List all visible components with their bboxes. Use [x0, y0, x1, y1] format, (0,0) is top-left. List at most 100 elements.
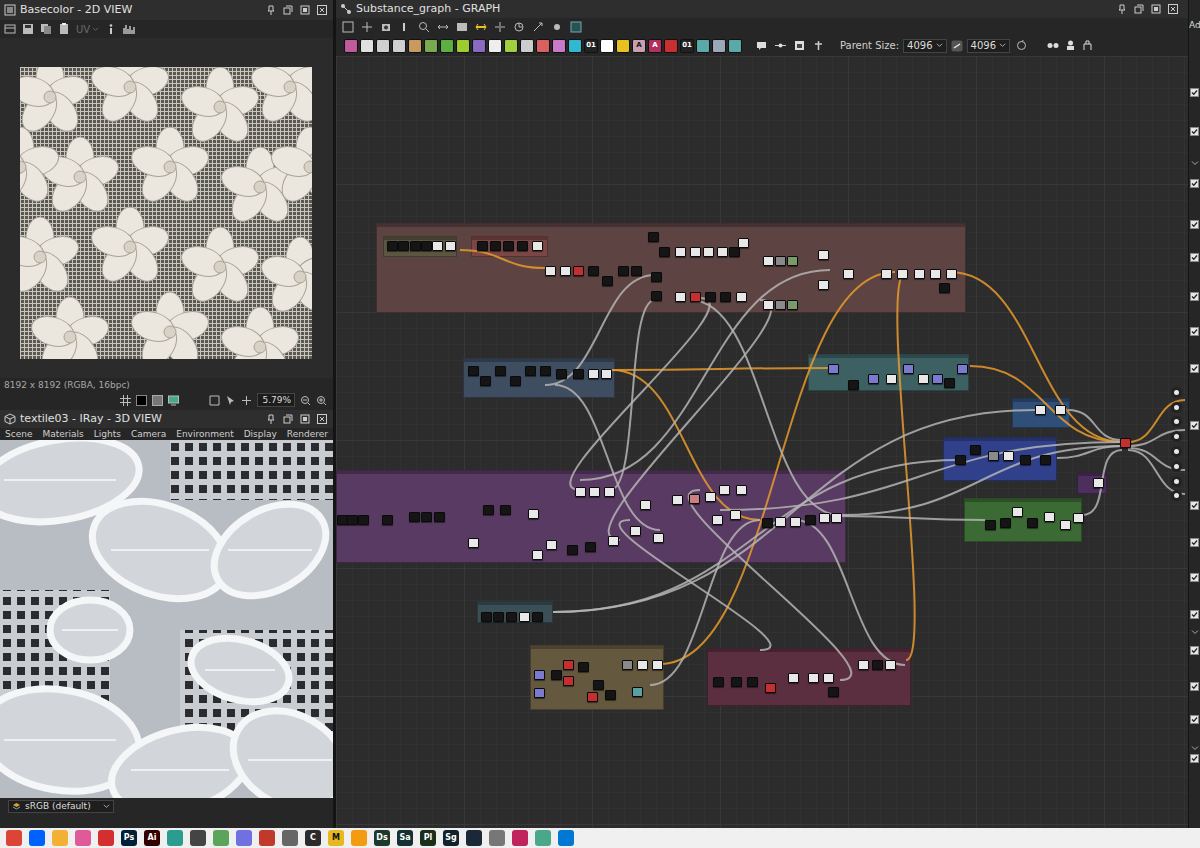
- node-library-icon[interactable]: [696, 39, 710, 53]
- graph-node[interactable]: [1060, 520, 1071, 530]
- output-port-icon[interactable]: [1171, 416, 1182, 427]
- taskbar-app-icon[interactable]: C: [305, 830, 321, 846]
- link-icon[interactable]: [951, 40, 963, 52]
- graph-node[interactable]: [828, 364, 839, 374]
- graph-node[interactable]: [787, 256, 798, 266]
- graph-tool-icon[interactable]: [456, 21, 468, 33]
- graph-node[interactable]: [985, 520, 996, 530]
- graph-node[interactable]: [551, 670, 562, 680]
- wire[interactable]: [612, 370, 760, 520]
- graph-node[interactable]: [872, 660, 883, 670]
- colorspace-dropdown[interactable]: sRGB (default): [8, 800, 114, 813]
- menu-item[interactable]: Environment: [176, 428, 233, 440]
- taskbar-app-icon[interactable]: Sg: [443, 830, 459, 846]
- graph-node[interactable]: [556, 369, 567, 379]
- graph-node[interactable]: [637, 660, 648, 670]
- checkbox[interactable]: [1190, 292, 1199, 301]
- taskbar-app-icon[interactable]: [466, 830, 482, 846]
- copy-icon[interactable]: [40, 23, 52, 35]
- output-port-icon[interactable]: [1171, 431, 1182, 442]
- graph-node[interactable]: [409, 512, 420, 522]
- graph-node[interactable]: [434, 512, 445, 522]
- link-nodes-icon[interactable]: [1047, 40, 1059, 51]
- graph-node[interactable]: [713, 677, 724, 687]
- node-library-icon[interactable]: [520, 39, 534, 53]
- taskbar-app-icon[interactable]: Sa: [397, 830, 413, 846]
- graph-node[interactable]: [788, 673, 799, 683]
- fit-icon[interactable]: [209, 395, 220, 406]
- taskbar-app-icon[interactable]: Ps: [121, 830, 137, 846]
- node-library-icon[interactable]: [376, 39, 390, 53]
- taskbar-app-icon[interactable]: [190, 830, 206, 846]
- checkbox[interactable]: [1190, 88, 1199, 97]
- paste-icon[interactable]: [58, 23, 70, 35]
- node-library-icon[interactable]: [504, 39, 518, 53]
- graph-node[interactable]: [432, 241, 443, 251]
- graph-node[interactable]: [690, 292, 701, 302]
- taskbar-app-icon[interactable]: [282, 830, 298, 846]
- graph-node[interactable]: [532, 241, 543, 251]
- display-icon[interactable]: [168, 395, 179, 406]
- dot-node-icon[interactable]: [775, 40, 786, 51]
- checkbox[interactable]: [1190, 220, 1199, 229]
- graph-node[interactable]: [528, 509, 539, 519]
- publish-icon[interactable]: [1082, 40, 1093, 51]
- taskbar-app-icon[interactable]: M: [328, 830, 344, 846]
- wire[interactable]: [610, 300, 655, 490]
- pin-icon[interactable]: [266, 414, 276, 424]
- graph-tool-icon[interactable]: [399, 21, 411, 33]
- graph-node[interactable]: [563, 660, 574, 670]
- graph-node[interactable]: [358, 515, 369, 525]
- maximize-icon[interactable]: [300, 414, 310, 424]
- graph-node[interactable]: [490, 241, 501, 251]
- checkbox[interactable]: [1190, 573, 1199, 582]
- grid-icon[interactable]: [120, 395, 131, 406]
- wire[interactable]: [460, 250, 545, 268]
- taskbar-app-icon[interactable]: [52, 830, 68, 846]
- graph-node[interactable]: [1020, 455, 1031, 465]
- float-icon[interactable]: [283, 414, 293, 424]
- wire[interactable]: [950, 272, 1122, 442]
- graph-node[interactable]: [1093, 478, 1104, 488]
- graph-node[interactable]: [573, 266, 584, 276]
- node-library-icon[interactable]: A: [648, 39, 662, 53]
- graph-node[interactable]: [651, 291, 662, 301]
- graph-node[interactable]: [672, 495, 683, 505]
- graph-node[interactable]: [648, 232, 659, 242]
- wire[interactable]: [690, 300, 840, 515]
- graph-node[interactable]: [762, 518, 773, 528]
- wire[interactable]: [1128, 430, 1185, 446]
- graph-node[interactable]: [510, 376, 521, 386]
- checkbox[interactable]: [1190, 327, 1199, 336]
- cursor-icon[interactable]: [225, 395, 236, 406]
- graph-node[interactable]: [848, 380, 859, 390]
- graph-node[interactable]: [675, 292, 686, 302]
- graph-node[interactable]: [720, 292, 731, 302]
- node-library-icon[interactable]: [664, 39, 678, 53]
- graph-node[interactable]: [534, 688, 545, 698]
- graph-node[interactable]: [588, 369, 599, 379]
- graph-node[interactable]: [719, 485, 730, 495]
- graph-node[interactable]: [608, 536, 619, 546]
- graph-node[interactable]: [410, 241, 421, 251]
- graph-node[interactable]: [483, 505, 494, 515]
- checkbox[interactable]: [1190, 538, 1199, 547]
- frame-icon[interactable]: [794, 40, 805, 51]
- node-library-icon[interactable]: [488, 39, 502, 53]
- menu-item[interactable]: Lights: [94, 428, 121, 440]
- parent-size-dropdown[interactable]: 4096: [903, 39, 946, 53]
- taskbar-app-icon[interactable]: Ds: [374, 830, 390, 846]
- node-library-icon[interactable]: [712, 39, 726, 53]
- graph-node[interactable]: [818, 250, 829, 260]
- graph-node[interactable]: [946, 269, 957, 279]
- graph-node[interactable]: [588, 266, 599, 276]
- graph-node[interactable]: [763, 300, 774, 310]
- graph-node[interactable]: [790, 517, 801, 527]
- graph-node[interactable]: [382, 515, 393, 525]
- graph-node[interactable]: [1044, 512, 1055, 522]
- maximize-icon[interactable]: [300, 5, 310, 15]
- graph-node[interactable]: [886, 374, 897, 384]
- graph-node[interactable]: [630, 526, 641, 536]
- graph-node[interactable]: [1040, 455, 1051, 465]
- output-port-icon[interactable]: [1171, 402, 1182, 413]
